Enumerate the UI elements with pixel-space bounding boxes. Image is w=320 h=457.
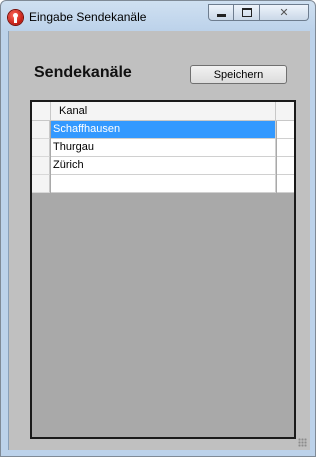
table-row[interactable]: Schaffhausen [32,121,294,139]
row-filler [277,175,294,193]
grid-header: Kanal [32,102,294,121]
row-header[interactable] [32,139,50,157]
new-row[interactable] [32,175,294,193]
minimize-button[interactable] [208,4,234,21]
save-button[interactable]: Speichern [190,65,287,84]
row-filler [277,157,294,175]
maximize-button[interactable] [234,4,260,21]
close-button[interactable]: ✕ [260,4,309,21]
row-header[interactable] [32,121,50,139]
row-filler [277,139,294,157]
maximize-icon [241,8,252,17]
title-bar[interactable]: Eingabe Sendekanäle ✕ [1,1,315,31]
row-filler [277,121,294,139]
row-header[interactable] [32,157,50,175]
cell-kanal[interactable]: Zürich [51,157,276,175]
row-header[interactable] [32,175,50,193]
grid-corner[interactable] [32,102,51,120]
info-icon [8,10,23,25]
cell-kanal[interactable]: Thurgau [51,139,276,157]
client-area: Sendekanäle Speichern Kanal Schaffhausen… [8,31,310,450]
app-window: Eingabe Sendekanäle ✕ Sendekanäle Speich… [0,0,316,457]
channel-grid[interactable]: Kanal Schaffhausen Thurgau Zürich [30,100,296,439]
cell-kanal[interactable]: Schaffhausen [51,121,276,139]
minimize-icon [216,13,226,17]
table-row[interactable]: Thurgau [32,139,294,157]
resize-grip-icon[interactable] [298,438,307,447]
window-title: Eingabe Sendekanäle [29,10,147,24]
table-row[interactable]: Zürich [32,157,294,175]
grid-header-filler [277,102,294,120]
close-icon: ✕ [279,6,289,19]
column-header-kanal[interactable]: Kanal [51,102,276,120]
page-title: Sendekanäle [34,64,132,81]
cell-kanal[interactable] [51,175,276,193]
